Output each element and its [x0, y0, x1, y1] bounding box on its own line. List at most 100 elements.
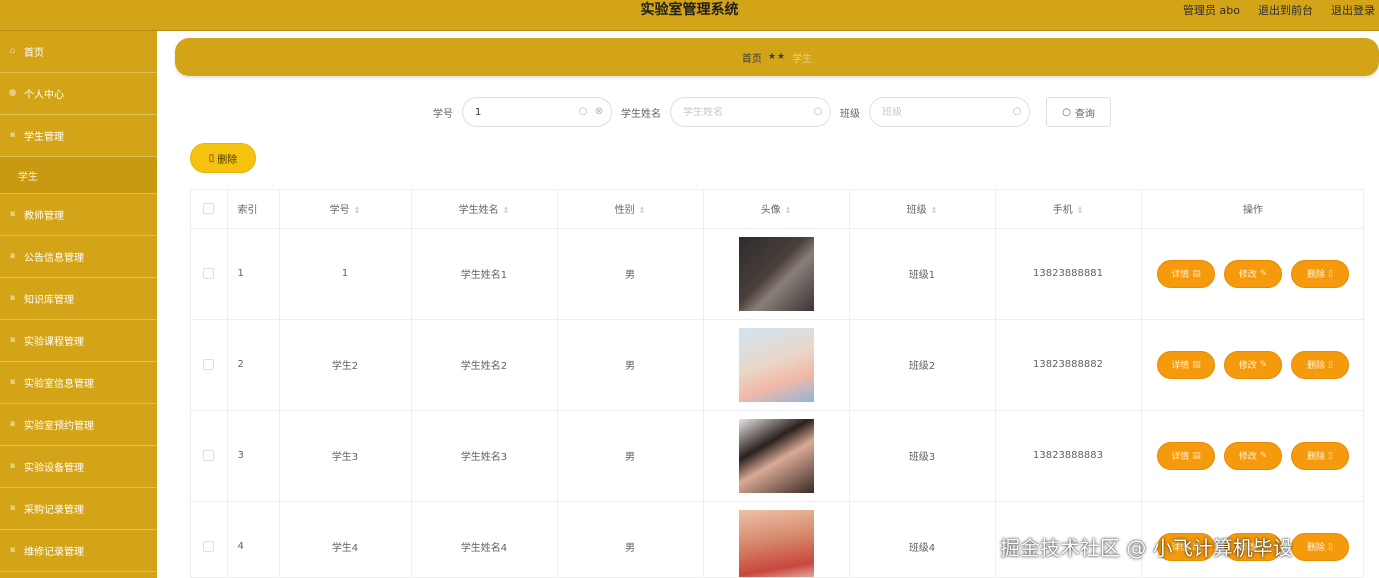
sidebar-item-profile[interactable]: ● 个人中心	[0, 73, 157, 115]
cell-class: 班级2	[849, 319, 996, 411]
header-class[interactable]: 班级 ⇕	[849, 190, 996, 229]
delete-label: 删除	[1307, 452, 1326, 462]
home-icon: ⌂	[9, 46, 16, 56]
student-no-input[interactable]	[475, 106, 565, 118]
trash-icon: ▯	[1328, 359, 1333, 370]
delete-button[interactable]: 删除 ▯	[1291, 532, 1349, 561]
sidebar-item-teacher-management[interactable]: ▪ 教师管理	[0, 194, 157, 236]
cell-class: 班级3	[849, 410, 996, 502]
logout-link[interactable]: 退出登录	[1331, 2, 1375, 18]
student-name-input[interactable]	[683, 106, 773, 118]
avatar-image[interactable]	[738, 418, 814, 493]
cell-phone: 13823888881	[995, 228, 1142, 320]
header-student-no[interactable]: 学号 ⇕	[279, 190, 412, 229]
sort-icon[interactable]: ⇕	[354, 206, 361, 215]
sort-icon[interactable]: ⇕	[785, 206, 792, 215]
cell-index: 4	[227, 501, 280, 577]
sort-icon[interactable]: ⇕	[639, 206, 646, 215]
delete-button[interactable]: 删除 ▯	[1291, 259, 1349, 288]
student-name-field[interactable]: ○	[670, 97, 831, 127]
cell-gender: 男	[557, 410, 704, 502]
document-icon: ▤	[1192, 268, 1201, 279]
sidebar-item-course-management[interactable]: ▪ 实验课程管理	[0, 320, 157, 362]
header-avatar[interactable]: 头像 ⇕	[703, 190, 850, 229]
clear-icon[interactable]: ⊗	[593, 106, 605, 118]
exit-to-front-link[interactable]: 退出到前台	[1258, 2, 1313, 18]
cell-student-no: 学生4	[279, 501, 412, 577]
sidebar-item-label: 实验室预约管理	[24, 421, 94, 432]
detail-button[interactable]: 详情 ▤	[1157, 259, 1215, 288]
table-header-row: 索引 学号 ⇕ 学生姓名 ⇕ 性别 ⇕ 头像 ⇕ 班级 ⇕ 手机 ⇕ 操作	[191, 190, 1363, 229]
sidebar-item-label: 学生管理	[24, 132, 64, 143]
sidebar: ⌂ 首页 ● 个人中心 ▪ 学生管理 学生 ▪ 教师管理 ▪ 公告信息管理 ▪ 知识库管理 …	[0, 31, 157, 578]
cell-gender: 男	[557, 228, 704, 320]
pencil-icon: ✎	[1259, 268, 1268, 279]
sidebar-item-lab-info-management[interactable]: ▪ 实验室信息管理	[0, 362, 157, 404]
batch-delete-label: 删除	[217, 154, 238, 166]
sidebar-subitem-student[interactable]: 学生	[0, 157, 157, 194]
header-label: 性别	[614, 205, 635, 217]
class-input[interactable]	[882, 106, 972, 118]
sidebar-item-equipment-management[interactable]: ▪ 实验设备管理	[0, 446, 157, 488]
row-checkbox[interactable]	[203, 267, 215, 279]
header-label: 班级	[906, 205, 927, 217]
edit-button[interactable]: 修改 ✎	[1224, 441, 1282, 470]
header-student-name[interactable]: 学生姓名 ⇕	[411, 190, 558, 229]
edit-button[interactable]: 修改 ✎	[1224, 259, 1282, 288]
row-select-cell	[191, 410, 228, 502]
cell-student-no: 1	[279, 228, 412, 320]
sort-icon[interactable]: ⇕	[1077, 206, 1084, 215]
sort-icon[interactable]: ⇕	[931, 206, 938, 215]
batch-delete-button[interactable]: ▯ 删除	[190, 143, 256, 173]
delete-button[interactable]: 删除 ▯	[1291, 441, 1349, 470]
cell-gender: 男	[557, 501, 704, 577]
sort-icon[interactable]: ⇕	[503, 206, 510, 215]
row-checkbox[interactable]	[203, 449, 215, 461]
cell-student-name: 学生姓名2	[411, 319, 558, 411]
header-gender[interactable]: 性别 ⇕	[557, 190, 704, 229]
sidebar-item-purchase-management[interactable]: ▪ 采购记录管理	[0, 488, 157, 530]
search-icon: ○	[578, 106, 588, 117]
sidebar-item-label: 实验课程管理	[24, 337, 84, 348]
edit-button[interactable]: 修改 ✎	[1224, 350, 1282, 379]
header-phone[interactable]: 手机 ⇕	[995, 190, 1142, 229]
user-icon: ●	[8, 88, 17, 98]
top-links: 管理员 abo 退出到前台 退出登录	[1183, 2, 1375, 18]
cell-operation: 详情 ▤ 修改 ✎ 删除 ▯	[1141, 228, 1363, 320]
folder-icon: ▪	[9, 419, 16, 429]
select-all-checkbox[interactable]	[203, 203, 215, 214]
folder-icon: ▪	[9, 293, 16, 303]
row-checkbox[interactable]	[203, 358, 215, 370]
search-icon: ○	[813, 106, 823, 117]
sidebar-item-label: 公告信息管理	[24, 253, 84, 264]
folder-icon: ▪	[9, 545, 16, 555]
header-label: 头像	[760, 205, 781, 217]
header-label: 学号	[329, 205, 350, 217]
avatar-image[interactable]	[738, 327, 814, 402]
sidebar-item-lab-booking-management[interactable]: ▪ 实验室预约管理	[0, 404, 157, 446]
sidebar-item-home[interactable]: ⌂ 首页	[0, 31, 157, 73]
cell-student-no: 学生2	[279, 319, 412, 411]
row-checkbox[interactable]	[203, 540, 215, 552]
sidebar-item-knowledge-management[interactable]: ▪ 知识库管理	[0, 278, 157, 320]
detail-button[interactable]: 详情 ▤	[1157, 350, 1215, 379]
student-table: 索引 学号 ⇕ 学生姓名 ⇕ 性别 ⇕ 头像 ⇕ 班级 ⇕ 手机 ⇕ 操作 1 1 学生姓名…	[190, 189, 1364, 578]
class-field[interactable]: ○	[869, 97, 1030, 127]
sidebar-item-student-management[interactable]: ▪ 学生管理	[0, 115, 157, 157]
cell-student-no: 学生3	[279, 410, 412, 502]
cell-gender: 男	[557, 319, 704, 411]
breadcrumb-home[interactable]: 首页	[742, 50, 762, 65]
folder-icon: ▪	[9, 335, 16, 345]
sidebar-item-notice-management[interactable]: ▪ 公告信息管理	[0, 236, 157, 278]
sidebar-item-label: 首页	[24, 48, 44, 59]
avatar-image[interactable]	[738, 236, 814, 311]
avatar-image[interactable]	[738, 509, 814, 577]
sidebar-item-repair-management[interactable]: ▪ 维修记录管理	[0, 530, 157, 572]
delete-button[interactable]: 删除 ▯	[1291, 350, 1349, 379]
student-no-field[interactable]: ○ ⊗	[462, 97, 612, 127]
detail-button[interactable]: 详情 ▤	[1157, 441, 1215, 470]
query-button[interactable]: ○ 查询	[1046, 97, 1111, 127]
pencil-icon: ✎	[1259, 359, 1268, 370]
sidebar-item-label: 实验室信息管理	[24, 379, 94, 390]
detail-label: 详情	[1171, 361, 1190, 371]
